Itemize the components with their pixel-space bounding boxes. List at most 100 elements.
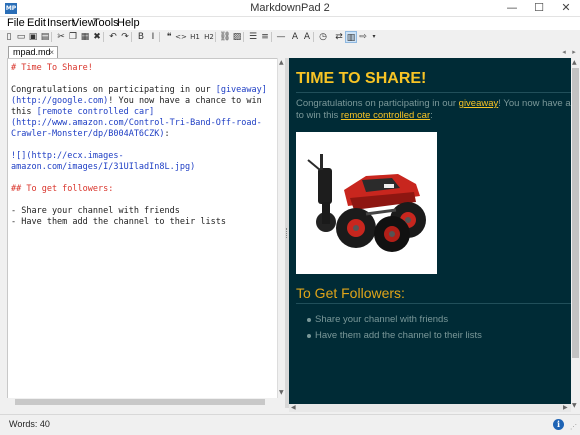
preview-vertical-scrollbar[interactable]: ▲ ▼ <box>571 58 580 412</box>
image-icon[interactable]: ▨ <box>231 31 243 43</box>
preview-bullet-list: Share your channel with friends Have the… <box>307 314 482 346</box>
minimize-button[interactable]: — <box>499 0 525 17</box>
cut-icon[interactable]: ✂ <box>55 31 67 43</box>
editor-line: Congratulations on participating in our … <box>11 85 274 140</box>
editor-hscroll-thumb[interactable] <box>15 399 265 405</box>
horizontal-rule-icon[interactable]: — <box>275 31 287 43</box>
toolbar-separator <box>271 32 272 42</box>
paragraph-text: ! You now have a chance <box>498 98 571 109</box>
scroll-up-icon[interactable]: ▲ <box>279 59 284 67</box>
preview-heading-1: TIME TO SHARE! <box>296 70 427 87</box>
bold-icon[interactable]: B <box>135 31 147 43</box>
heading1-icon[interactable]: H1 <box>189 31 201 43</box>
live-preview-icon[interactable]: ▥ <box>345 31 357 43</box>
editor-text[interactable]: # Time To Share! Congratulations on part… <box>8 59 277 232</box>
toolbar-separator <box>103 32 104 42</box>
toolbar-separator <box>243 32 244 42</box>
html-preview: TIME TO SHARE! Congratulations on partic… <box>289 58 571 404</box>
markdown-link-text: [remote controlled car](http://www.amazo… <box>11 107 262 139</box>
undo-icon[interactable]: ↶ <box>107 31 119 43</box>
link-icon[interactable]: ⛓ <box>219 31 231 43</box>
rc-car-image <box>296 132 437 274</box>
title-bar: MP MarkdownPad 2 — ☐ ✕ <box>0 0 580 17</box>
quote-icon[interactable]: ❝ <box>163 31 175 43</box>
paragraph-text: to win this <box>296 110 341 121</box>
tab-prev-icon[interactable]: ◂ <box>560 48 568 56</box>
menu-edit[interactable]: Edit <box>27 17 46 30</box>
list-item: Share your channel with friends <box>307 314 482 330</box>
font-larger-icon[interactable]: A <box>289 31 301 43</box>
heading-underline <box>296 303 571 304</box>
new-file-icon[interactable]: ▯ <box>3 31 15 43</box>
window-title: MarkdownPad 2 <box>250 2 330 14</box>
tab-next-icon[interactable]: ▸ <box>570 48 578 56</box>
bullet-list-icon[interactable]: ☰ <box>247 31 259 43</box>
menu-help[interactable]: Help <box>117 17 140 30</box>
scroll-down-icon[interactable]: ▼ <box>572 402 577 410</box>
preview-heading-2: To Get Followers: <box>296 285 405 301</box>
editor-horizontal-scrollbar[interactable] <box>7 398 285 406</box>
editor-line: ![](http://ecx.images-amazon.com/images/… <box>11 151 196 172</box>
italic-icon[interactable]: I <box>147 31 159 43</box>
save-icon[interactable]: ▣ <box>27 31 39 43</box>
scroll-up-icon[interactable]: ▲ <box>572 59 577 67</box>
paragraph-text: : <box>430 110 433 121</box>
code-icon[interactable]: <> <box>175 31 187 43</box>
delete-icon[interactable]: ✖ <box>91 31 103 43</box>
toolbar-overflow-icon[interactable]: ▾ <box>368 31 380 43</box>
save-all-icon[interactable]: ▤ <box>39 31 51 43</box>
giveaway-link[interactable]: giveaway <box>459 98 499 109</box>
toolbar: ▯ ▭ ▣ ▤ ✂ ❐ ▦ ✖ ↶ ↷ B I ❝ <> H1 H2 ⛓ ▨ ☰ ≡ — A A ◷ ⇄ ▥ ⇨ ▾ <box>0 30 580 44</box>
open-folder-icon[interactable]: ▭ <box>15 31 27 43</box>
menu-bar: File Edit Insert View Tools Help <box>0 17 580 30</box>
toolbar-separator <box>131 32 132 42</box>
editor-vertical-scrollbar[interactable]: ▲ ▼ <box>277 58 285 398</box>
heading-underline <box>296 92 571 93</box>
paragraph-text: Congratulations on participating in our <box>296 98 459 109</box>
preview-paragraph: Congratulations on participating in our … <box>296 98 571 122</box>
toolbar-separator <box>215 32 216 42</box>
list-item: Have them add the channel to their lists <box>307 330 482 346</box>
editor-line: - Have them add the channel to their lis… <box>11 217 226 227</box>
toolbar-separator <box>51 32 52 42</box>
toolbar-separator <box>159 32 160 42</box>
resize-grip-icon[interactable]: ⋰ <box>570 423 577 431</box>
maximize-button[interactable]: ☐ <box>526 0 552 17</box>
close-button[interactable]: ✕ <box>553 0 579 17</box>
rc-car-link[interactable]: remote controlled car <box>341 110 430 121</box>
font-smaller-icon[interactable]: A <box>301 31 313 43</box>
status-bar: Words: 40 i ⋰ <box>0 414 580 435</box>
scroll-left-icon[interactable]: ◀ <box>291 404 296 412</box>
tab-label: mpad.md <box>13 47 51 57</box>
markdown-text: : <box>164 129 170 139</box>
preview-vscroll-thumb[interactable] <box>572 68 579 358</box>
splitter-grip-icon[interactable] <box>286 228 288 238</box>
markdown-editor[interactable]: # Time To Share! Congratulations on part… <box>7 58 278 406</box>
preview-horizontal-scrollbar[interactable]: ◀ ▶ <box>289 404 571 412</box>
editor-line: - Share your channel with friends <box>11 206 180 216</box>
numbered-list-icon[interactable]: ≡ <box>259 31 271 43</box>
editor-line: ## To get followers: <box>11 184 114 194</box>
split-view-icon[interactable]: ⇄ <box>333 31 345 43</box>
editor-line: # Time To Share! <box>11 63 93 73</box>
markdown-text: Congratulations on participating in our <box>11 85 216 95</box>
info-icon[interactable]: i <box>553 419 564 430</box>
toolbar-separator <box>313 32 314 42</box>
heading2-icon[interactable]: H2 <box>203 31 215 43</box>
menu-insert[interactable]: Insert <box>47 17 75 30</box>
menu-tools[interactable]: Tools <box>93 17 119 30</box>
tab-strip: mpad.md ● × ◂ ▸ <box>0 44 580 68</box>
menu-file[interactable]: File <box>7 17 25 30</box>
redo-icon[interactable]: ↷ <box>119 31 131 43</box>
copy-icon[interactable]: ❐ <box>67 31 79 43</box>
rc-car-illustration <box>307 154 426 252</box>
timestamp-icon[interactable]: ◷ <box>317 31 329 43</box>
paste-icon[interactable]: ▦ <box>79 31 91 43</box>
tab-close-icon[interactable]: × <box>49 47 54 58</box>
scroll-down-icon[interactable]: ▼ <box>279 389 284 397</box>
scroll-right-icon[interactable]: ▶ <box>563 404 568 412</box>
